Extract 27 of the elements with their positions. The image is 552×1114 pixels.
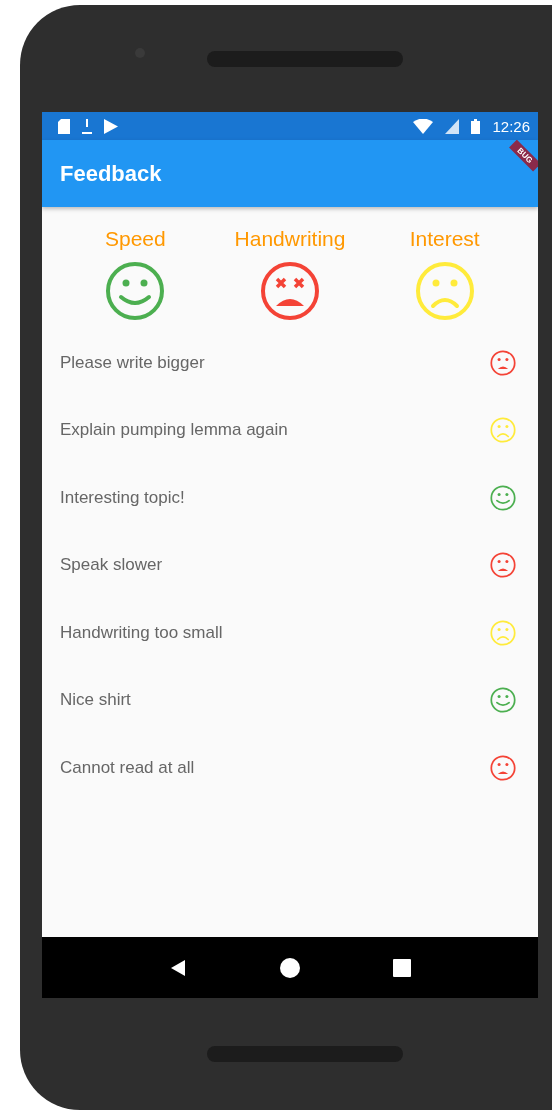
category-label: Interest [409,227,480,251]
feedback-item[interactable]: Handwriting too small [42,599,538,667]
feedback-text: Handwriting too small [60,622,223,643]
wifi-icon [413,118,434,134]
category-label: Speed [104,227,166,251]
feedback-item[interactable]: Nice shirt [42,666,538,734]
status-time: 12:26 [492,117,530,135]
feedback-text: Speak slower [60,555,163,576]
category-label: Handwriting [234,227,346,251]
feedback-text: Cannot read at all [60,757,195,778]
feedback-text: Interesting topic! [60,487,185,508]
feedback-item[interactable]: Explain pumping lemma again [42,396,538,464]
signal-icon [445,118,460,134]
feedback-item[interactable]: Please write bigger [42,329,538,397]
play-icon [104,118,118,134]
sd-card-icon [58,118,70,134]
feedback-item[interactable]: Cannot read at all [42,734,538,802]
feedback-text: Explain pumping lemma again [60,420,288,441]
app-title: Feedback [60,160,162,187]
feedback-text: Nice shirt [60,690,131,711]
download-icon [82,118,92,134]
feedback-item[interactable]: Interesting topic! [42,464,538,532]
recents-icon[interactable] [393,958,412,977]
battery-icon [471,118,481,134]
home-icon[interactable] [280,957,300,978]
feedback-item[interactable]: Speak slower [42,531,538,599]
feedback-text: Please write bigger [60,352,205,373]
